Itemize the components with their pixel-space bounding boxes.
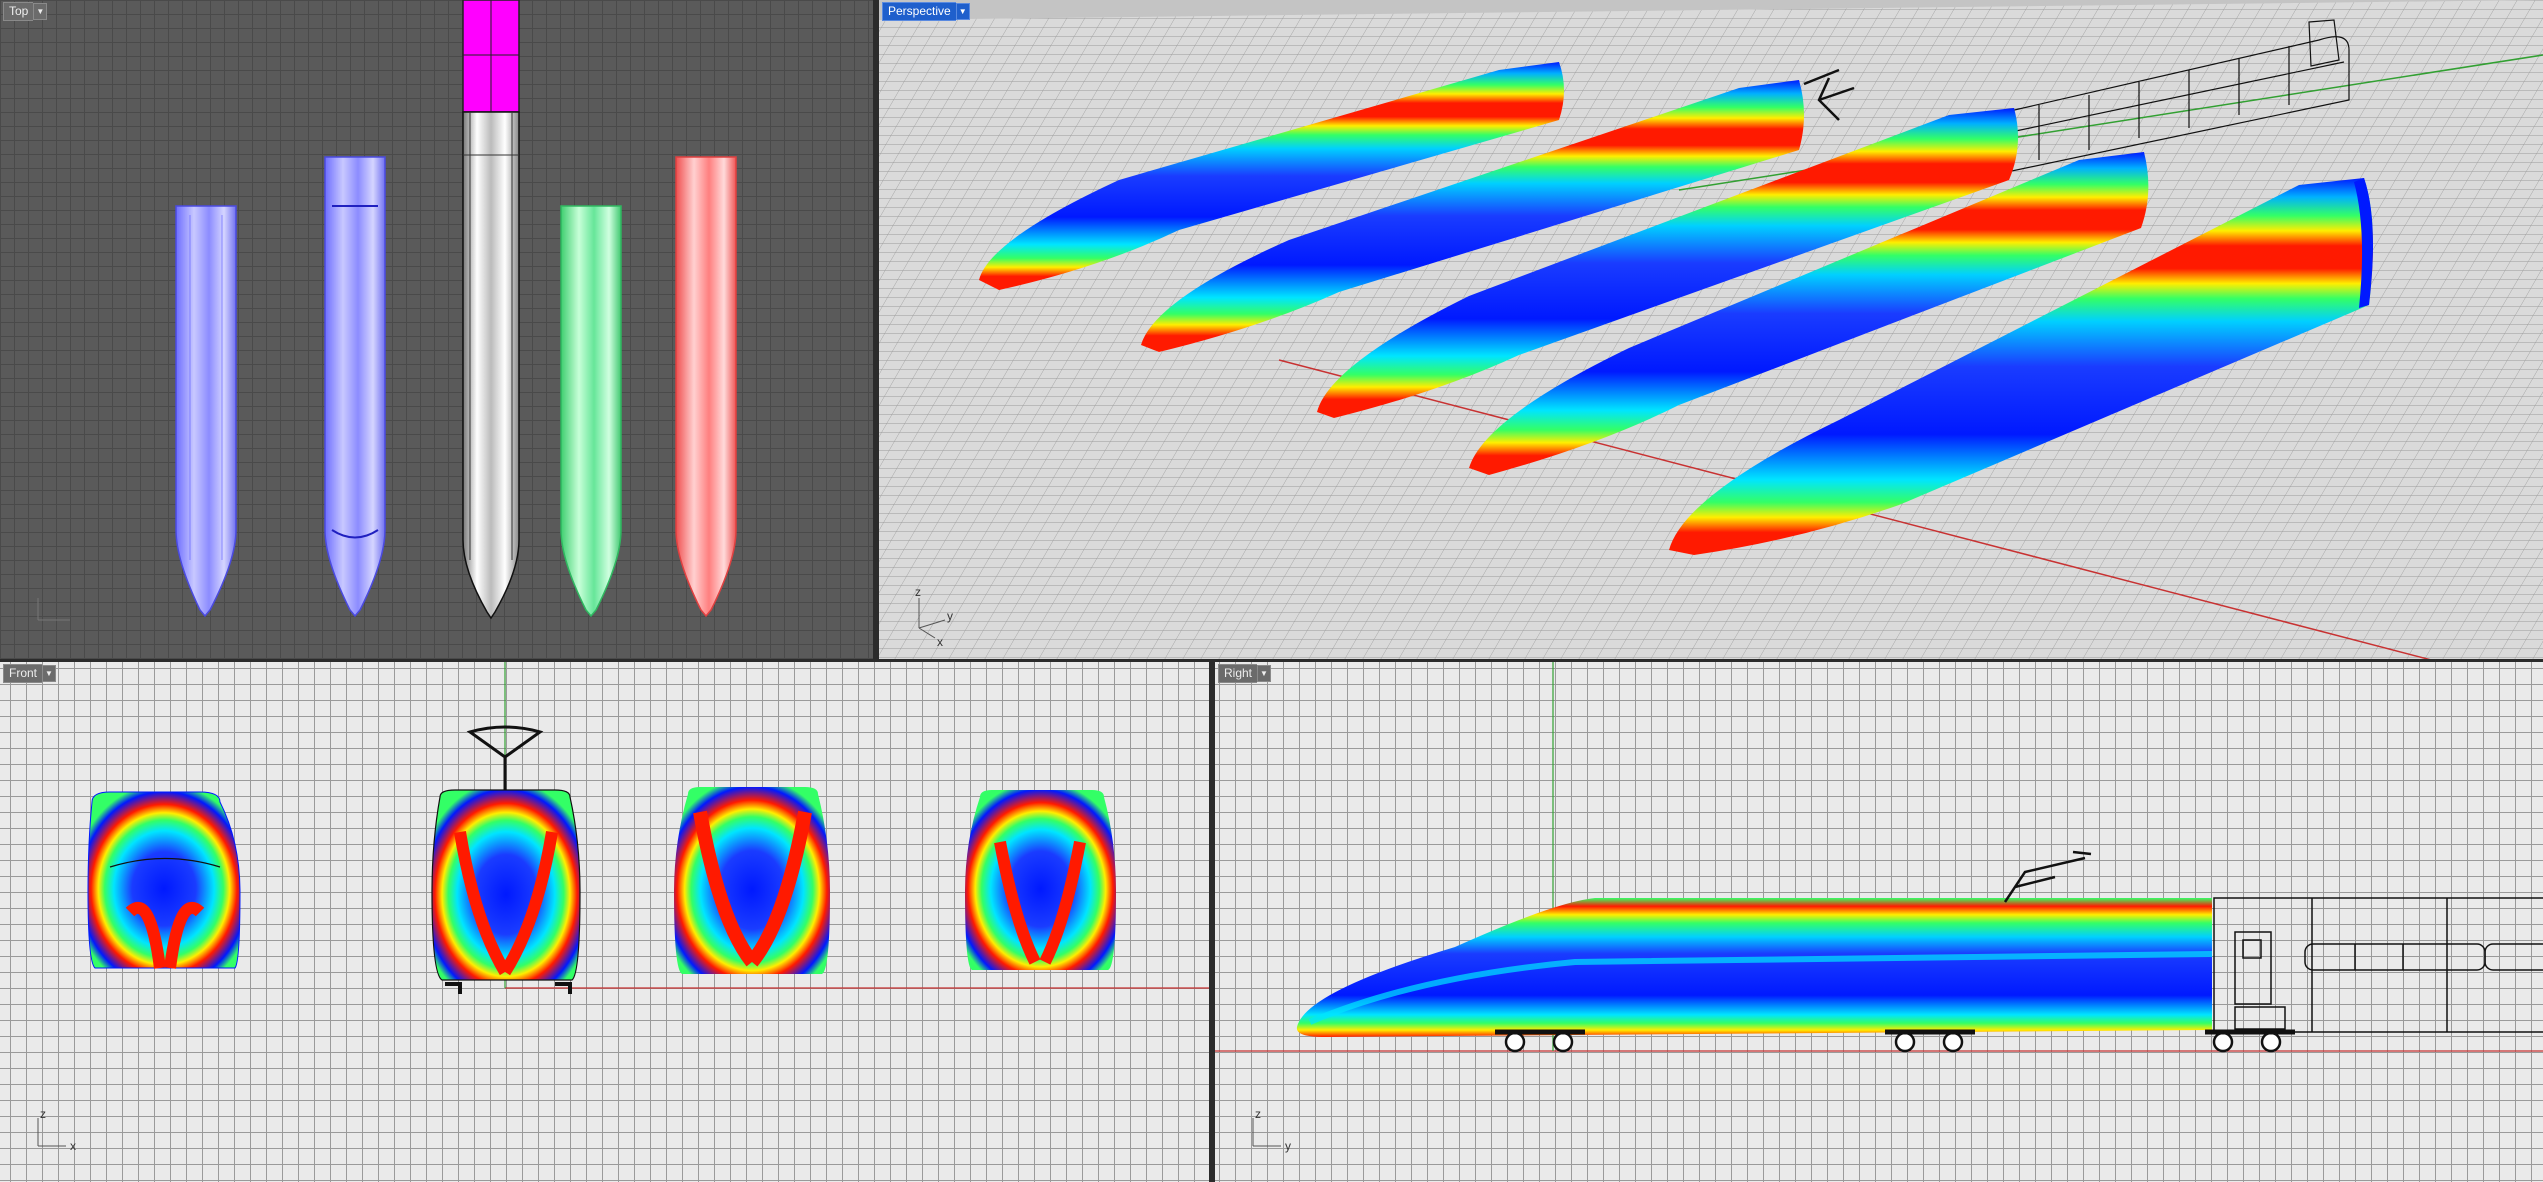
- viewport-title[interactable]: Top: [3, 2, 34, 21]
- train-top-green: [560, 205, 622, 618]
- axis-label-z: z: [40, 1107, 46, 1121]
- viewport-title[interactable]: Perspective: [882, 2, 956, 21]
- axis-label-z: z: [915, 585, 921, 599]
- axis-label-x: x: [937, 635, 943, 649]
- front-view-canvas[interactable]: z x: [0, 662, 1212, 1182]
- axis-label-y: y: [947, 609, 953, 623]
- perspective-canvas[interactable]: z y x: [879, 0, 2543, 662]
- right-view-canvas[interactable]: z y: [1215, 662, 2543, 1182]
- top-viewport[interactable]: Top ▼: [0, 0, 876, 662]
- axis-label-y: y: [1285, 1139, 1291, 1153]
- dropdown-arrow-icon[interactable]: ▼: [42, 665, 57, 682]
- dropdown-arrow-icon[interactable]: ▼: [33, 3, 48, 20]
- train-top-white: [462, 111, 520, 620]
- front-section-3: [674, 787, 830, 974]
- bogie-wheels: [1504, 1031, 2282, 1053]
- viewport-title[interactable]: Right: [1218, 664, 1258, 683]
- dropdown-arrow-icon[interactable]: ▼: [955, 3, 970, 20]
- train-top-blue-2: [324, 156, 386, 618]
- wireframe-car: [2213, 897, 2543, 1033]
- right-viewport-tab[interactable]: Right ▼: [1218, 664, 1272, 683]
- pantograph: [2003, 850, 2092, 903]
- front-viewport-tab[interactable]: Front ▼: [3, 664, 57, 683]
- front-section-2: [431, 725, 581, 994]
- axis-indicator-right: z y: [1252, 1107, 1291, 1153]
- axis-indicator-front: z x: [37, 1107, 76, 1153]
- perspective-viewport[interactable]: Perspective ▼ z y x: [879, 0, 2543, 662]
- train-top-red: [675, 156, 737, 618]
- right-viewport[interactable]: Right ▼ z y: [1215, 662, 2543, 1182]
- top-view-canvas[interactable]: [0, 0, 876, 662]
- axis-label-x: x: [70, 1139, 76, 1153]
- front-viewport[interactable]: Front ▼ z x: [0, 662, 1212, 1182]
- axis-label-z: z: [1255, 1107, 1261, 1121]
- dropdown-arrow-icon[interactable]: ▼: [1257, 665, 1272, 682]
- zebra-train-side: [1296, 898, 2212, 1037]
- perspective-viewport-tab[interactable]: Perspective ▼: [882, 2, 970, 21]
- front-section-4: [965, 790, 1116, 970]
- top-viewport-tab[interactable]: Top ▼: [3, 2, 48, 21]
- front-section-1: [87, 791, 241, 969]
- viewport-title[interactable]: Front: [3, 664, 43, 683]
- train-top-blue-1: [175, 205, 237, 618]
